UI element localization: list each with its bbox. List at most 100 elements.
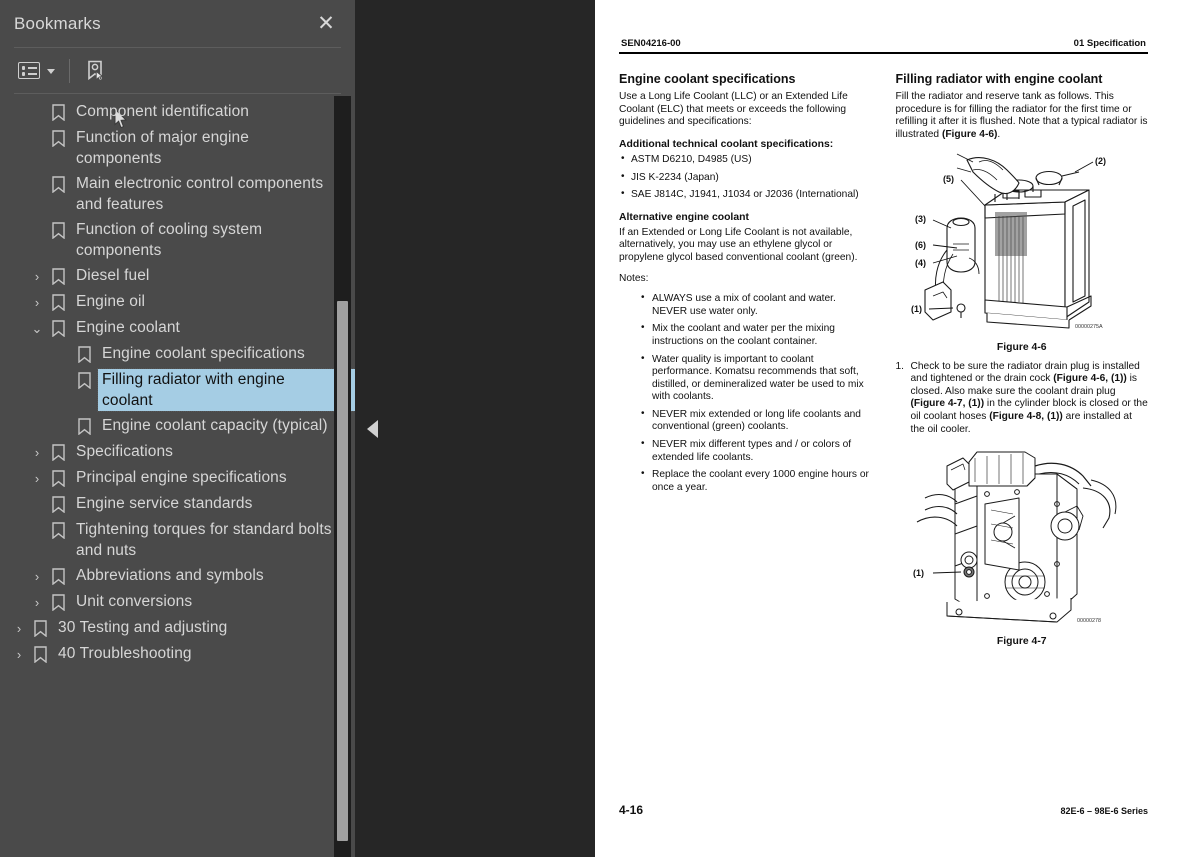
chevron-right-icon[interactable]: › bbox=[26, 291, 48, 310]
bookmark-label: Principal engine specifications bbox=[76, 469, 287, 486]
chevron-right-icon[interactable]: › bbox=[8, 643, 30, 662]
bookmark-tree[interactable]: Component identification Function of majo… bbox=[0, 96, 355, 857]
bookmark-item[interactable]: › Diesel fuel bbox=[0, 263, 355, 289]
bookmark-label: Function of major engine components bbox=[76, 129, 249, 167]
bookmark-label: Specifications bbox=[76, 443, 174, 460]
notes-list: ALWAYS use a mix of coolant and water. N… bbox=[641, 292, 872, 494]
chevron-right-icon[interactable]: › bbox=[8, 617, 30, 636]
engine-illustration: (1) 00000278 bbox=[913, 451, 1117, 624]
step1-ref-47: (Figure 4-7, (1)) bbox=[910, 398, 985, 410]
collapse-sidebar-handle[interactable] bbox=[367, 419, 378, 438]
alt-body: If an Extended or Long Life Coolant is n… bbox=[619, 226, 858, 263]
bookmark-label: Engine service standards bbox=[76, 495, 253, 512]
sidebar-scrollbar-thumb[interactable] bbox=[337, 301, 348, 841]
figure-ref-46: (Figure 4-6) bbox=[941, 128, 998, 140]
bookmark-icon bbox=[48, 127, 68, 147]
bookmarks-panel-header: Bookmarks ✕ bbox=[0, 0, 355, 47]
left-heading: Engine coolant specifications bbox=[619, 72, 796, 87]
chevron-down-icon[interactable]: ⌄ bbox=[26, 317, 48, 337]
bookmark-label: Engine coolant bbox=[76, 319, 180, 336]
series-label: 82E-6 – 98E-6 Series bbox=[1060, 806, 1148, 816]
bookmark-item[interactable]: Function of cooling system components bbox=[0, 217, 355, 263]
bookmark-icon bbox=[48, 441, 68, 461]
bookmark-options-button[interactable] bbox=[14, 59, 59, 82]
bookmark-label: Main electronic control components and f… bbox=[76, 175, 324, 213]
section-title: 01 Specification bbox=[1073, 38, 1146, 49]
chevron-right-icon[interactable]: › bbox=[26, 467, 48, 486]
bookmark-item[interactable]: ⌄ Engine coolant bbox=[0, 315, 355, 341]
bookmark-icon bbox=[48, 173, 68, 193]
close-icon[interactable]: ✕ bbox=[313, 11, 339, 37]
bookmark-icon bbox=[48, 591, 68, 611]
note-list-item: NEVER mix different types and / or color… bbox=[641, 438, 872, 464]
bookmark-label: Engine coolant capacity (typical) bbox=[102, 417, 328, 434]
bookmark-item[interactable]: Engine service standards bbox=[0, 491, 355, 517]
bookmark-icon bbox=[74, 369, 94, 389]
spec-list: ASTM D6210, D4985 (US) JIS K-2234 (Japan)… bbox=[619, 153, 872, 202]
spec-list-item: JIS K-2234 (Japan) bbox=[619, 171, 872, 185]
bookmark-item[interactable]: Tightening torques for standard bolts an… bbox=[0, 517, 355, 563]
bookmark-item[interactable]: Main electronic control components and f… bbox=[0, 171, 355, 217]
bookmark-item[interactable]: › Unit conversions bbox=[0, 589, 355, 615]
chevron-right-icon[interactable]: › bbox=[26, 265, 48, 284]
bookmark-label: Unit conversions bbox=[76, 593, 193, 610]
figure-47-id: 00000278 bbox=[1077, 618, 1101, 624]
pdf-reader-window: Bookmarks ✕ Component identification Fun… bbox=[0, 0, 1200, 857]
bookmark-item[interactable]: › Engine oil bbox=[0, 289, 355, 315]
note-list-item: Water quality is important to coolant pe… bbox=[641, 352, 872, 404]
bookmark-item[interactable]: Component identification bbox=[0, 99, 355, 125]
bookmark-item[interactable]: › 40 Troubleshooting bbox=[0, 641, 355, 667]
bookmark-icon bbox=[30, 617, 50, 637]
bookmark-label: Function of cooling system components bbox=[76, 221, 263, 259]
chevron-right-icon[interactable]: › bbox=[26, 441, 48, 460]
bookmark-item[interactable]: › 30 Testing and adjusting bbox=[0, 615, 355, 641]
bookmark-label: Engine coolant specifications bbox=[102, 345, 305, 362]
chevron-right-icon[interactable]: › bbox=[26, 591, 48, 610]
bookmark-item[interactable]: › Principal engine specifications bbox=[0, 465, 355, 491]
bookmark-pointer-icon bbox=[84, 59, 108, 83]
bookmarks-toolbar bbox=[0, 48, 355, 129]
sidebar-scrollbar[interactable] bbox=[334, 96, 351, 857]
right-heading: Filling radiator with engine coolant bbox=[895, 72, 1103, 87]
bookmark-item-selected[interactable]: Filling radiator with engine coolant bbox=[0, 367, 355, 413]
bookmark-item[interactable]: Engine coolant capacity (typical) bbox=[0, 413, 355, 439]
note-list-item: NEVER mix extended or long life coolants… bbox=[641, 408, 872, 434]
figure-46-caption: Figure 4-6 bbox=[996, 341, 1047, 353]
header-rule bbox=[619, 52, 1148, 55]
document-viewer: SEN04216-00 01 Specification Engine cool… bbox=[355, 0, 1200, 857]
bookmark-label: Diesel fuel bbox=[76, 267, 150, 284]
intro-text-c: . bbox=[997, 128, 1001, 140]
bookmark-item[interactable]: Engine coolant specifications bbox=[0, 341, 355, 367]
bookmark-item[interactable]: › Specifications bbox=[0, 439, 355, 465]
spec-list-item: ASTM D6210, D4985 (US) bbox=[619, 153, 872, 167]
document-number: SEN04216-00 bbox=[621, 38, 681, 49]
step-1: 1. Check to be sure the radiator drain p… bbox=[896, 361, 1149, 437]
bookmark-item[interactable]: Function of major engine components bbox=[0, 125, 355, 171]
bookmark-item[interactable]: › Abbreviations and symbols bbox=[0, 563, 355, 589]
notes-label: Notes: bbox=[619, 272, 649, 284]
alt-heading: Alternative engine coolant bbox=[619, 211, 749, 223]
figure-47-caption: Figure 4-7 bbox=[996, 636, 1047, 648]
bookmark-icon bbox=[74, 415, 94, 435]
bookmark-icon bbox=[48, 467, 68, 487]
spec-list-item: SAE J814C, J1941, J1034 or J2036 (Intern… bbox=[619, 188, 872, 202]
figure-47-callout-1: (1) bbox=[913, 568, 924, 578]
bookmarks-sidebar: Bookmarks ✕ Component identification Fun… bbox=[0, 0, 355, 857]
chevron-right-icon[interactable]: › bbox=[26, 565, 48, 584]
find-bookmark-button[interactable] bbox=[80, 56, 112, 86]
right-intro: Fill the radiator and reserve tank as fo… bbox=[896, 91, 1149, 141]
bookmark-label: Component identification bbox=[76, 103, 250, 120]
bookmark-icon bbox=[48, 493, 68, 513]
figure-4-7: (1) 00000278 Figure 4-7 bbox=[896, 444, 1149, 647]
bookmark-label: 40 Troubleshooting bbox=[58, 645, 192, 662]
page-footer: 4-16 82E-6 – 98E-6 Series bbox=[619, 803, 1148, 817]
left-column: Engine coolant specifications Use a Long… bbox=[619, 72, 872, 647]
bookmark-icon bbox=[48, 565, 68, 585]
pdf-page: SEN04216-00 01 Specification Engine cool… bbox=[595, 0, 1200, 857]
note-list-item: ALWAYS use a mix of coolant and water. N… bbox=[641, 292, 872, 318]
